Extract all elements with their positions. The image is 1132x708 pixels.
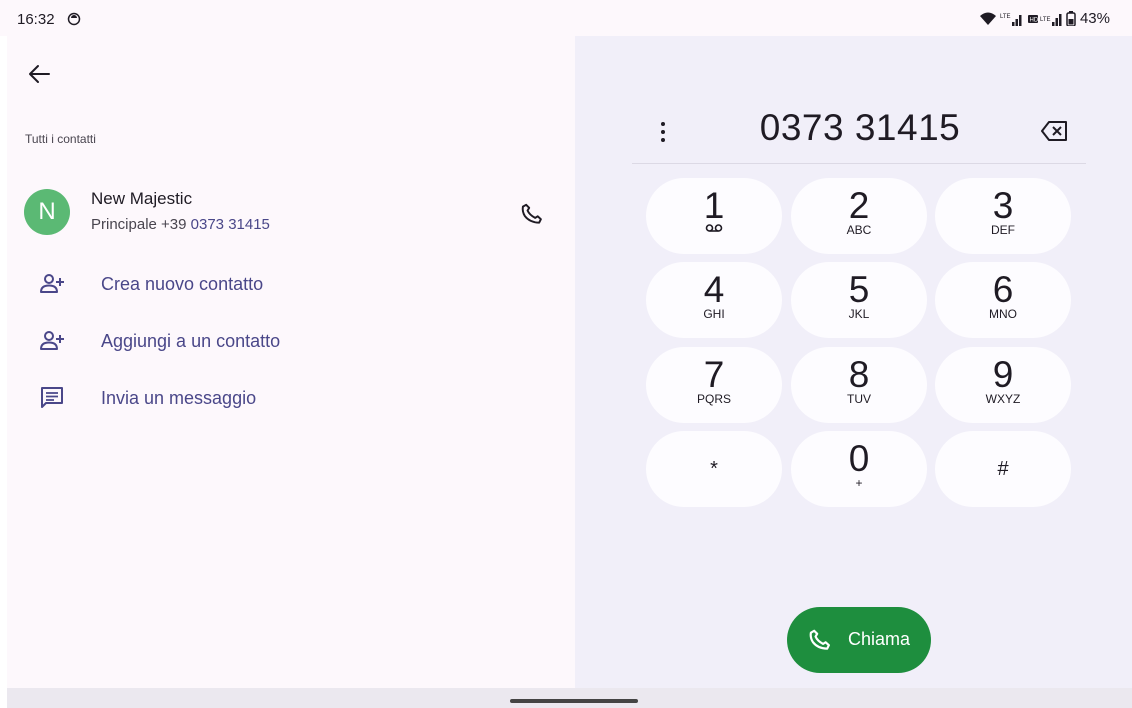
phone-icon[interactable] [519,201,545,227]
contact-name: New Majestic [91,189,193,208]
key-letters: GHI [703,307,725,321]
dialed-number: 0373 31415 [759,107,961,148]
create-contact-label: Crea nuovo contatto [101,274,264,294]
battery-icon [1066,11,1076,26]
dialpad-key-6[interactable]: 6 MNO [935,262,1071,338]
key-letters: TUV [847,392,871,406]
wifi-icon [979,12,996,25]
avatar: N [24,189,70,235]
alarm-icon [67,12,81,26]
send-message-label: Invia un messaggio [101,388,257,408]
key-digit: 1 [703,185,725,226]
add-to-contact-action[interactable]: Aggiungi a un contatto [7,321,575,361]
key-digit: 0 [848,438,870,479]
dialpad-key-2[interactable]: 2 ABC [791,178,927,254]
dialpad-key-5[interactable]: 5 JKL [791,262,927,338]
contact-detail-prefix: Principale +39 [91,216,191,233]
key-symbol: # [997,458,1009,480]
dialpad-key-9[interactable]: 9 WXYZ [935,347,1071,423]
contact-row[interactable]: N New Majestic Principale +39 0373 31415 [7,181,575,243]
key-digit: 7 [703,354,725,395]
send-message-action[interactable]: Invia un messaggio [7,378,575,418]
contact-detail: Principale +39 0373 31415 [91,216,270,233]
key-digit: 5 [848,269,870,310]
key-letters: ABC [846,223,872,237]
call-button[interactable]: Chiama [787,607,931,673]
key-letters: PQRS [696,392,731,406]
key-letters: JKL [848,307,870,321]
dialpad-key-0[interactable]: 0 + [791,431,927,507]
battery-percent: 43% [1079,10,1110,27]
key-digit: 9 [992,354,1014,395]
key-letters: + [855,476,863,490]
back-arrow-icon[interactable] [25,60,53,88]
status-bar: 16:32 LTE HD LTE 43% [0,0,1132,36]
lte-signal-icon: LTE [1000,14,1022,26]
message-icon [41,387,63,408]
svg-text:LTE: LTE [1040,17,1051,23]
backspace-icon[interactable] [1041,120,1069,142]
svg-text:HD: HD [1029,17,1038,23]
more-options-icon[interactable] [659,120,667,146]
key-digit: 8 [848,354,870,395]
add-person-icon [40,331,64,350]
hd-lte-signal-icon: HD LTE [1027,13,1062,26]
status-time: 16:32 [17,11,55,28]
key-digit: 4 [703,269,725,310]
status-icons: LTE HD LTE 43% [979,10,1110,27]
key-letters: WXYZ [985,392,1021,406]
dialpad-key-4[interactable]: 4 GHI [646,262,782,338]
contacts-pane: Tutti i contatti N New Majestic Principa… [7,36,575,688]
dialpad-key-star[interactable]: * [646,431,782,507]
dialpad-pane: 0373 31415 1 2 ABC 3 DEF 4 GHI 5 JKL 6 M… [575,36,1132,688]
dialpad-key-8[interactable]: 8 TUV [791,347,927,423]
add-to-contact-label: Aggiungi a un contatto [101,331,281,351]
key-digit: 2 [848,185,870,226]
contact-number: 0373 31415 [190,216,270,233]
dialpad-key-hash[interactable]: # [935,431,1071,507]
key-digit: 6 [992,269,1014,310]
add-person-icon [40,274,64,293]
home-handle[interactable] [510,699,638,703]
key-letters: DEF [991,223,1015,237]
section-label: Tutti i contatti [25,132,96,146]
key-symbol: * [710,458,718,480]
key-digit: 3 [992,185,1014,226]
navigation-bar [7,688,1132,708]
key-letters: MNO [989,307,1017,321]
create-contact-action[interactable]: Crea nuovo contatto [7,264,575,304]
dialpad-key-1[interactable]: 1 [646,178,782,254]
dialpad-key-7[interactable]: 7 PQRS [646,347,782,423]
dialpad-key-3[interactable]: 3 DEF [935,178,1071,254]
call-button-label: Chiama [848,629,911,649]
divider [632,163,1086,164]
svg-text:LTE: LTE [1000,14,1011,20]
phone-icon [809,629,830,650]
